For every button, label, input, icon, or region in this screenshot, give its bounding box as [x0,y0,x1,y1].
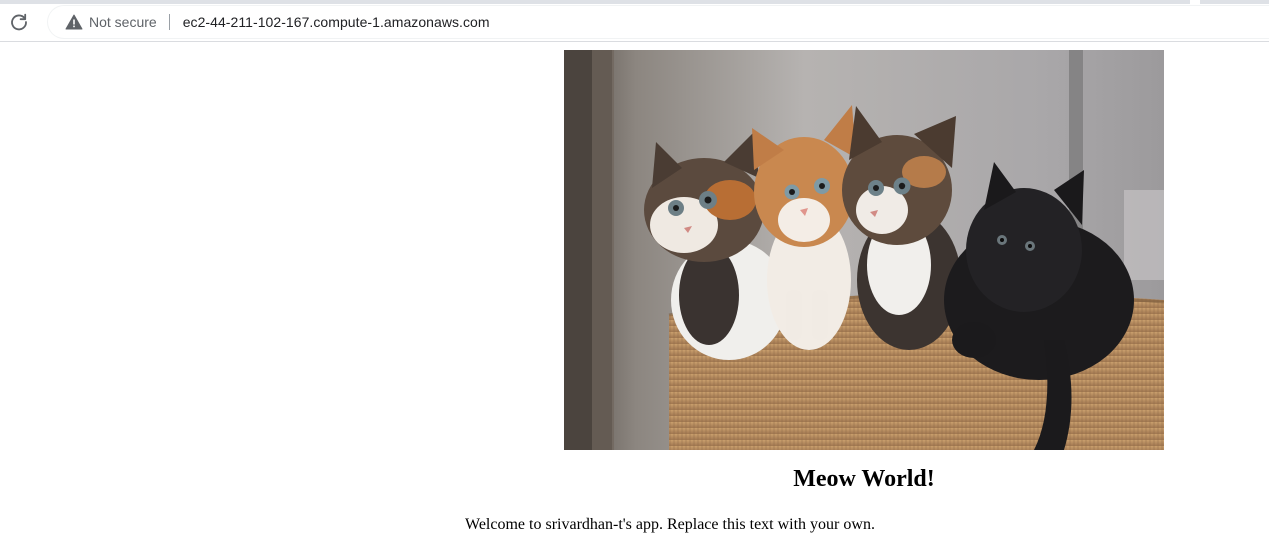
warning-triangle-icon [65,14,83,30]
kittens-photo [564,50,1164,450]
browser-toolbar: Not secure ec2-44-211-102-167.compute-1.… [0,0,1269,42]
page-content: Meow World! Welcome to srivardhan-t's ap… [0,42,1269,550]
welcome-text: Welcome to srivardhan-t's app. Replace t… [465,516,875,533]
not-secure-label: Not secure [89,14,157,30]
security-indicator[interactable]: Not secure [65,14,157,30]
page-heading: Meow World! [793,466,935,492]
url-text[interactable]: ec2-44-211-102-167.compute-1.amazonaws.c… [183,14,490,30]
tab-strip-edge [0,0,1269,4]
reload-icon [11,13,27,31]
omnibox-divider [168,14,170,30]
reload-button[interactable] [6,9,32,35]
address-bar[interactable]: Not secure ec2-44-211-102-167.compute-1.… [48,6,1269,38]
